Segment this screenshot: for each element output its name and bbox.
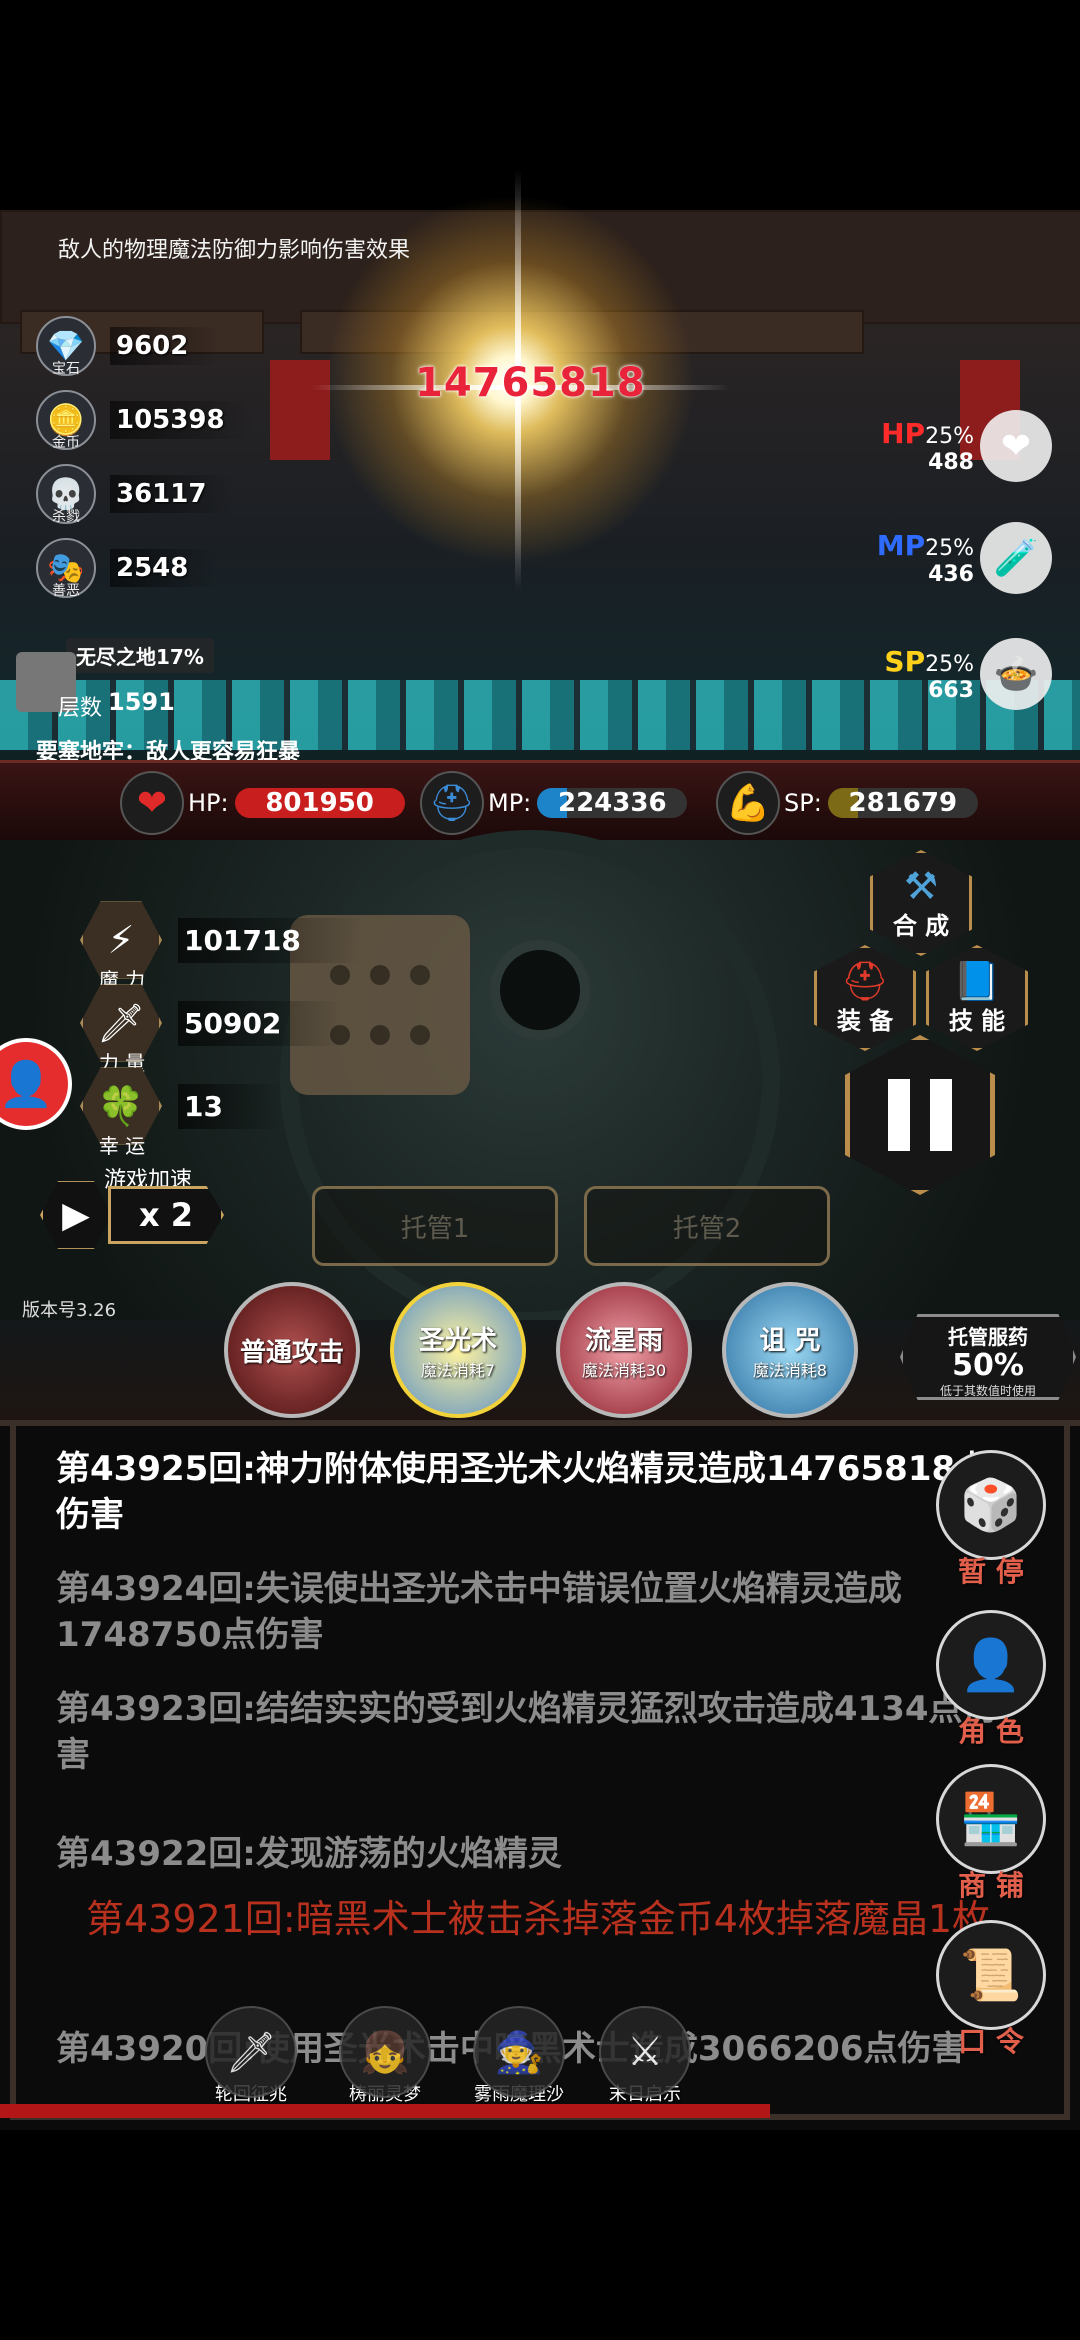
floor-value: 1591 — [108, 688, 175, 716]
gem-count: 9602 — [110, 327, 219, 365]
mp-potion[interactable]: MP25% 436 🧪 — [877, 522, 1052, 594]
coin-icon: 🪙 金币 — [36, 390, 96, 451]
sp-potion-icon: 🍲 — [980, 638, 1052, 710]
log-entry: 第43921回:暗黑术士被击杀掉落金币4枚掉落魔晶1枚 — [86, 1897, 991, 1941]
log-entry: 第43922回:发现游荡的火焰精灵 — [56, 1834, 562, 1874]
mp-stat: ⛑ MP: 224336 — [420, 771, 688, 835]
wheel-hub — [490, 940, 590, 1040]
mp-potion-icon: 🧪 — [980, 522, 1052, 594]
bottom-black-band — [0, 2130, 1080, 2340]
skill-meteor-shower[interactable]: 流星雨 魔法消耗30 — [556, 1282, 692, 1418]
helmet-icon: ⛑ — [840, 958, 890, 1003]
play-icon: ▶ — [40, 1181, 112, 1249]
version-label: 版本号3.26 — [22, 1300, 117, 1321]
gem-icon: 💎 宝石 — [36, 316, 96, 377]
luck-value: 13 — [178, 1083, 283, 1129]
log-entry: 第43923回:结结实实的受到火焰精灵猛烈攻击造成4134点伤害 — [56, 1689, 997, 1775]
companion-reimu[interactable]: 👧 梼丽灵梦 — [330, 2006, 440, 2106]
resource-gem: 💎 宝石 9602 — [36, 316, 219, 377]
anvil-icon: ⚒ — [903, 863, 939, 908]
hp-value: 801950 — [234, 788, 405, 818]
coin-count: 105398 — [110, 401, 255, 439]
girl-icon: 👧 — [339, 2006, 431, 2098]
companion-reincarnation[interactable]: 🗡 轮回征兆 — [196, 2006, 306, 2106]
auto-slot-1-button[interactable]: 托管1 — [312, 1186, 558, 1266]
pause-game-button[interactable]: 🎲 暂 停 — [936, 1450, 1046, 1600]
attr-luck: 🍀 幸 运 13 — [80, 1066, 283, 1158]
hp-stat: ❤ HP: 801950 — [120, 771, 405, 835]
code-button[interactable]: 📜 口 令 — [936, 1920, 1046, 2070]
muscle-icon: 💪 — [716, 771, 780, 835]
sp-value: 281679 — [827, 788, 978, 818]
skill-holy-light[interactable]: 圣光术 魔法消耗7 — [390, 1282, 526, 1418]
scroll-icon: 📜 — [936, 1920, 1046, 2030]
auto-slot-2-button[interactable]: 托管2 — [584, 1186, 830, 1266]
kill-count: 36117 — [110, 475, 237, 513]
floor-label: 层数 — [58, 696, 103, 721]
hp-potion-icon: ❤ — [980, 410, 1052, 482]
hp-potion[interactable]: HP25% 488 ❤ — [881, 410, 1052, 482]
skill-normal-attack[interactable]: 普通攻击 — [224, 1282, 360, 1418]
skill-curse[interactable]: 诅 咒 魔法消耗8 — [722, 1282, 858, 1418]
shop-icon: 🏪 — [936, 1764, 1046, 1874]
hooded-figure-icon: 👤 — [936, 1610, 1046, 1720]
heart-icon: ❤ — [120, 771, 184, 835]
magic-value: 101718 — [178, 917, 361, 963]
endless-progress: 无尽之地17% — [66, 638, 214, 673]
log-entry: 第43925回:神力附体使用圣光术火焰精灵造成14765818点伤害 — [56, 1449, 990, 1535]
attr-magic: ⚡ 魔 力 101718 — [80, 900, 361, 992]
karma-count: 2548 — [110, 549, 219, 587]
shop-button[interactable]: 🏪 商 铺 — [936, 1764, 1046, 1914]
character-button[interactable]: 👤 角 色 — [936, 1610, 1046, 1760]
speed-multiplier: x 2 — [108, 1186, 224, 1244]
strength-value: 50902 — [178, 1000, 342, 1046]
mask-icon: 🎭 善恶 — [36, 538, 96, 599]
mp-value: 224336 — [537, 788, 688, 818]
sp-stat: 💪 SP: 281679 — [716, 771, 978, 835]
auto-potion-setting[interactable]: 托管服药 50% 低于其数值时使用 — [900, 1314, 1076, 1400]
resource-karma: 🎭 善恶 2548 — [36, 538, 219, 599]
sword-crystal-icon: 🗡 — [205, 2006, 297, 2098]
attr-strength: 🗡 力 量 50902 — [80, 983, 342, 1075]
hint-text: 敌人的物理魔法防御力影响伤害效果 — [58, 238, 411, 263]
sp-potion[interactable]: SP25% 663 🍲 — [884, 638, 1052, 710]
damage-number: 14765818 — [415, 360, 646, 406]
resource-kills: 💀 杀戮 36117 — [36, 464, 237, 525]
skull-icon: 💀 杀戮 — [36, 464, 96, 525]
crossed-swords-icon: ⚔ — [599, 2006, 691, 2098]
witch-icon: 🧙 — [473, 2006, 565, 2098]
progress-strip — [0, 2104, 770, 2118]
helmet-icon: ⛑ — [420, 771, 484, 835]
speed-button[interactable]: ▶ x 2 — [40, 1180, 232, 1250]
pause-icon — [888, 1079, 910, 1151]
dice-icon: 🎲 — [936, 1450, 1046, 1560]
log-entry: 第43924回:失误使出圣光术击中错误位置火焰精灵造成1748750点伤害 — [56, 1569, 902, 1655]
companion-marisa[interactable]: 🧙 雾雨魔理沙 — [464, 2006, 574, 2106]
book-icon: 📘 — [953, 958, 1001, 1003]
resource-coin: 🪙 金币 105398 — [36, 390, 255, 451]
companion-apocalypse[interactable]: ⚔ 末日启示 — [590, 2006, 700, 2106]
